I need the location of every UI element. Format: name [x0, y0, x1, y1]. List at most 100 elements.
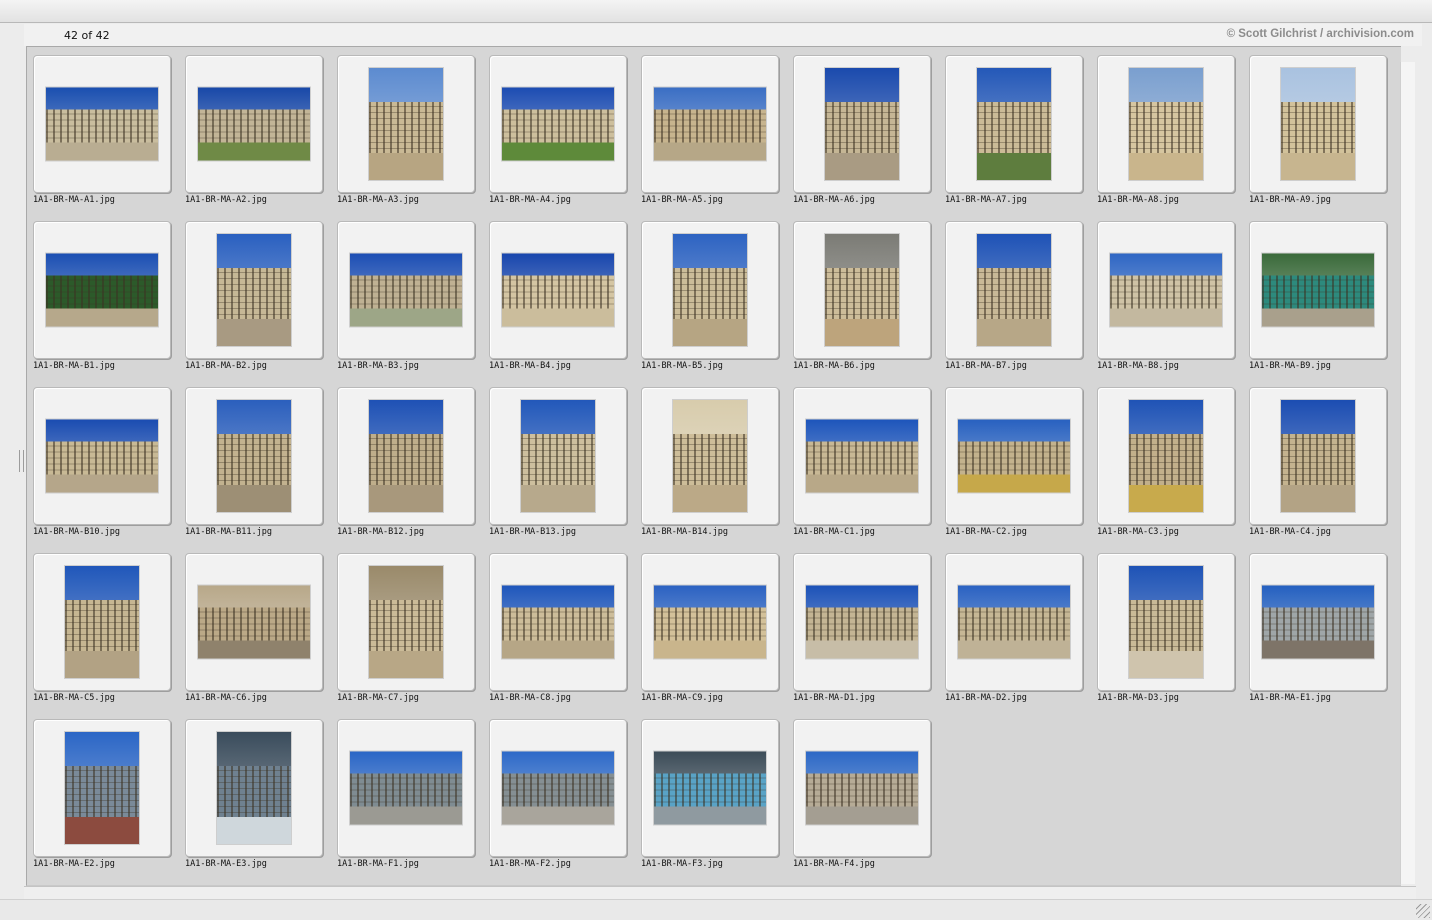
thumbnail-item[interactable]: 1A1-BR-MA-C7.jpg [331, 545, 483, 711]
slide-mount[interactable] [337, 55, 475, 193]
thumbnail-item[interactable]: 1A1-BR-MA-A6.jpg [787, 47, 939, 213]
slide-mount[interactable] [1249, 387, 1387, 525]
slide-mount[interactable] [793, 553, 931, 691]
thumbnail-image[interactable] [198, 87, 310, 161]
slide-mount[interactable] [641, 719, 779, 857]
thumbnail-image[interactable] [350, 751, 462, 825]
thumbnail-item[interactable]: 1A1-BR-MA-C3.jpg [1091, 379, 1243, 545]
thumbnail-item[interactable]: 1A1-BR-MA-D3.jpg [1091, 545, 1243, 711]
slide-mount[interactable] [33, 221, 171, 359]
thumbnail-item[interactable]: 1A1-BR-MA-B7.jpg [939, 213, 1091, 379]
slide-mount[interactable] [793, 719, 931, 857]
slide-mount[interactable] [945, 553, 1083, 691]
thumbnail-image[interactable] [1262, 585, 1374, 659]
slide-mount[interactable] [641, 221, 779, 359]
slide-mount[interactable] [793, 55, 931, 193]
thumbnail-image[interactable] [825, 234, 899, 346]
thumbnail-image[interactable] [977, 68, 1051, 180]
thumbnail-image[interactable] [1281, 68, 1355, 180]
thumbnail-item[interactable]: 1A1-BR-MA-D1.jpg [787, 545, 939, 711]
slide-mount[interactable] [185, 221, 323, 359]
thumbnail-item[interactable]: 1A1-BR-MA-B2.jpg [179, 213, 331, 379]
thumbnail-image[interactable] [217, 234, 291, 346]
thumbnail-item[interactable]: 1A1-BR-MA-C6.jpg [179, 545, 331, 711]
thumbnail-image[interactable] [806, 419, 918, 493]
thumbnail-item[interactable]: 1A1-BR-MA-E3.jpg [179, 711, 331, 877]
thumbnail-image[interactable] [1110, 253, 1222, 327]
slide-mount[interactable] [641, 553, 779, 691]
slide-mount[interactable] [793, 221, 931, 359]
slide-mount[interactable] [337, 387, 475, 525]
resize-handle[interactable] [19, 450, 24, 472]
slide-mount[interactable] [1249, 55, 1387, 193]
slide-mount[interactable] [641, 55, 779, 193]
thumbnail-image[interactable] [654, 585, 766, 659]
thumbnail-image[interactable] [825, 68, 899, 180]
thumbnail-image[interactable] [502, 585, 614, 659]
thumbnail-item[interactable]: 1A1-BR-MA-C2.jpg [939, 379, 1091, 545]
slide-mount[interactable] [185, 387, 323, 525]
slide-mount[interactable] [489, 719, 627, 857]
thumbnail-item[interactable]: 1A1-BR-MA-B12.jpg [331, 379, 483, 545]
thumbnail-image[interactable] [46, 419, 158, 493]
slide-mount[interactable] [33, 719, 171, 857]
thumbnail-image[interactable] [46, 253, 158, 327]
thumbnail-item[interactable]: 1A1-BR-MA-A3.jpg [331, 47, 483, 213]
slide-mount[interactable] [489, 387, 627, 525]
slide-mount[interactable] [1097, 553, 1235, 691]
slide-mount[interactable] [1097, 55, 1235, 193]
slide-mount[interactable] [945, 221, 1083, 359]
slide-mount[interactable] [1097, 387, 1235, 525]
vertical-scrollbar[interactable] [1400, 62, 1415, 884]
thumbnail-item[interactable]: 1A1-BR-MA-B3.jpg [331, 213, 483, 379]
thumbnail-item[interactable]: 1A1-BR-MA-B6.jpg [787, 213, 939, 379]
slide-mount[interactable] [1249, 553, 1387, 691]
slide-mount[interactable] [793, 387, 931, 525]
thumbnail-item[interactable]: 1A1-BR-MA-B14.jpg [635, 379, 787, 545]
thumbnail-image[interactable] [977, 234, 1051, 346]
thumbnail-image[interactable] [502, 751, 614, 825]
thumbnail-image[interactable] [369, 400, 443, 512]
thumbnail-image[interactable] [198, 585, 310, 659]
thumbnail-image[interactable] [521, 400, 595, 512]
thumbnail-image[interactable] [369, 68, 443, 180]
thumbnail-item[interactable]: 1A1-BR-MA-F4.jpg [787, 711, 939, 877]
thumbnail-image[interactable] [502, 87, 614, 161]
horizontal-scrollbar[interactable] [24, 886, 1416, 899]
thumbnail-item[interactable]: 1A1-BR-MA-A5.jpg [635, 47, 787, 213]
slide-mount[interactable] [33, 387, 171, 525]
slide-mount[interactable] [489, 221, 627, 359]
slide-mount[interactable] [1249, 221, 1387, 359]
slide-mount[interactable] [945, 387, 1083, 525]
thumbnail-image[interactable] [217, 732, 291, 844]
thumbnail-item[interactable]: 1A1-BR-MA-F3.jpg [635, 711, 787, 877]
slide-mount[interactable] [33, 55, 171, 193]
slide-mount[interactable] [185, 55, 323, 193]
thumbnail-image[interactable] [673, 400, 747, 512]
slide-mount[interactable] [185, 719, 323, 857]
thumbnail-item[interactable]: 1A1-BR-MA-A8.jpg [1091, 47, 1243, 213]
thumbnail-item[interactable]: 1A1-BR-MA-A4.jpg [483, 47, 635, 213]
thumbnail-item[interactable]: 1A1-BR-MA-C4.jpg [1243, 379, 1395, 545]
thumbnail-image[interactable] [65, 566, 139, 678]
thumbnail-image[interactable] [1262, 253, 1374, 327]
thumbnail-item[interactable]: 1A1-BR-MA-B4.jpg [483, 213, 635, 379]
thumbnail-item[interactable]: 1A1-BR-MA-D2.jpg [939, 545, 1091, 711]
thumbnail-image[interactable] [654, 87, 766, 161]
thumbnail-item[interactable]: 1A1-BR-MA-B10.jpg [27, 379, 179, 545]
thumbnail-image[interactable] [1129, 68, 1203, 180]
thumbnail-image[interactable] [502, 253, 614, 327]
thumbnail-item[interactable]: 1A1-BR-MA-A1.jpg [27, 47, 179, 213]
thumbnail-item[interactable]: 1A1-BR-MA-F2.jpg [483, 711, 635, 877]
slide-mount[interactable] [489, 55, 627, 193]
slide-mount[interactable] [337, 553, 475, 691]
slide-mount[interactable] [337, 719, 475, 857]
thumbnail-image[interactable] [1129, 566, 1203, 678]
slide-mount[interactable] [945, 55, 1083, 193]
thumbnail-item[interactable]: 1A1-BR-MA-F1.jpg [331, 711, 483, 877]
thumbnail-image[interactable] [958, 419, 1070, 493]
thumbnail-item[interactable]: 1A1-BR-MA-B11.jpg [179, 379, 331, 545]
thumbnail-image[interactable] [806, 585, 918, 659]
thumbnail-item[interactable]: 1A1-BR-MA-E2.jpg [27, 711, 179, 877]
thumbnail-image[interactable] [1281, 400, 1355, 512]
